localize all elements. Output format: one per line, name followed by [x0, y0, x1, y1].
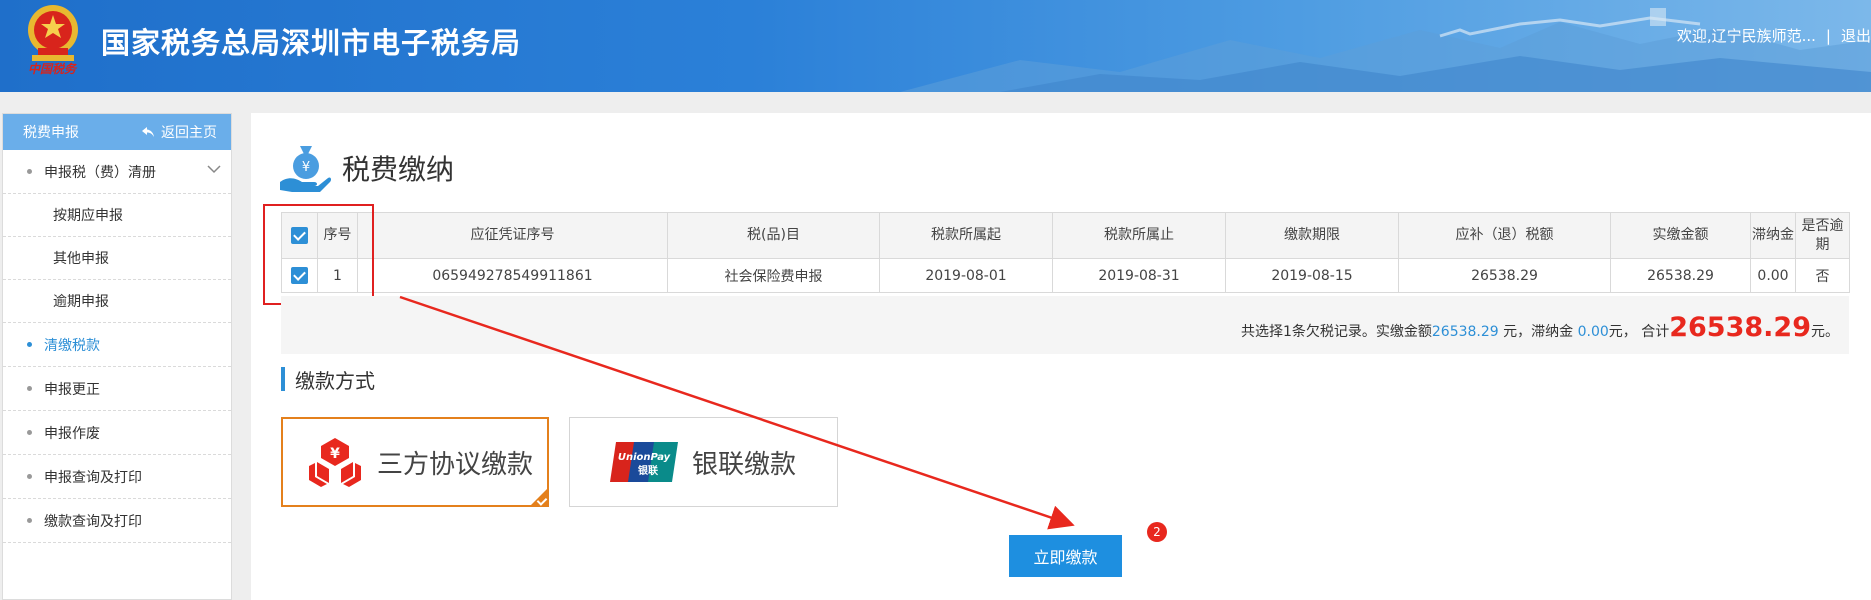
table-row[interactable]: 1 065949278549911861 社会保险费申报 2019-08-01 … — [281, 258, 1850, 293]
sidebar-item-label: 其他申报 — [53, 251, 109, 267]
checkbox-highlight-box — [263, 204, 374, 305]
column-header: 应补（退）税额 — [1398, 212, 1611, 259]
sidebar-section-title: 税费申报 — [23, 125, 79, 141]
summary-paid-amount: 26538.29 — [1431, 324, 1499, 340]
table-header-row: 序号 应征凭证序号 税(品)目 税款所属起 税款所属止 缴款期限 应补（退）税额… — [281, 212, 1850, 259]
site-header: 中国税务 国家税务总局深圳市电子税务局 欢迎,辽宁民族师范... | 退出 — [0, 0, 1871, 92]
column-header: 滞纳金 — [1750, 212, 1796, 259]
site-title: 国家税务总局深圳市电子税务局 — [101, 26, 522, 60]
summary-suffix: 元。 — [1811, 324, 1839, 340]
sidebar-item-overdue-declaration[interactable]: 逾期申报 — [3, 280, 231, 323]
section-accent-bar — [281, 367, 285, 391]
chevron-down-icon[interactable] — [207, 164, 221, 174]
sidebar-item-declaration-void[interactable]: 申报作废 — [3, 411, 231, 455]
cell-start: 2019-08-01 — [879, 258, 1053, 293]
cell-overdue: 否 — [1795, 258, 1850, 293]
svg-text:¥: ¥ — [302, 160, 310, 175]
sidebar-item-clear-tax[interactable]: 清缴税款 — [3, 323, 231, 367]
step-badge-2: 2 — [1147, 522, 1167, 542]
summary-text: 元， 合计 — [1608, 324, 1670, 340]
column-header: 应征凭证序号 — [357, 212, 668, 259]
sidebar-header: 税费申报 返回主页 — [3, 114, 231, 150]
back-arrow-icon — [142, 127, 154, 137]
summary-text: 元，滞纳金 — [1498, 324, 1578, 340]
column-header: 是否逾期 — [1795, 212, 1850, 259]
summary-prefix: 共选择1条欠税记录。实缴金额 — [1240, 324, 1432, 340]
sidebar-item-declaration-query[interactable]: 申报查询及打印 — [3, 455, 231, 499]
main-panel — [251, 113, 1871, 600]
tax-payment-table: 序号 应征凭证序号 税(品)目 税款所属起 税款所属止 缴款期限 应补（退）税额… — [281, 212, 1850, 293]
column-header: 税款所属止 — [1052, 212, 1226, 259]
cell-item: 社会保险费申报 — [667, 258, 880, 293]
sidebar-item-label: 按期应申报 — [53, 208, 123, 224]
summary-bar: 共选择1条欠税记录。实缴金额26538.29 元，滞纳金 0.00元， 合计26… — [281, 296, 1849, 354]
tripartite-payment-option[interactable]: ¥ 三方协议缴款 — [281, 417, 549, 507]
money-bag-hand-icon: ¥ — [280, 146, 332, 192]
emblem-script-logo: 中国税务 — [28, 62, 77, 76]
section-title-label: 缴款方式 — [295, 368, 375, 393]
selected-check-icon — [530, 488, 548, 506]
unionpay-logo-cn-text: 银联 — [638, 464, 658, 477]
summary-late-fee: 0.00 — [1577, 324, 1609, 340]
sidebar-item-periodic-declaration[interactable]: 按期应申报 — [3, 194, 231, 237]
unionpay-logo-icon: UnionPay 银联 — [610, 442, 678, 482]
payment-option-label: 银联缴款 — [692, 449, 797, 480]
summary-total: 26538.29 — [1669, 312, 1811, 343]
sidebar-item-label: 缴款查询及打印 — [44, 513, 142, 530]
sidebar-item-declaration-list[interactable]: 申报税（费）清册 — [3, 150, 231, 194]
pay-now-button[interactable]: 立即缴款 — [1009, 535, 1122, 577]
bullet-icon — [27, 430, 32, 435]
logout-link[interactable]: 退出 — [1841, 27, 1871, 45]
column-header: 实缴金额 — [1610, 212, 1751, 259]
cell-deadline: 2019-08-15 — [1225, 258, 1399, 293]
sidebar-item-other-declaration[interactable]: 其他申报 — [3, 237, 231, 280]
cell-end: 2019-08-31 — [1052, 258, 1226, 293]
sidebar: 税费申报 返回主页 申报税（费）清册 按期应申报 其他申报 逾期申报 清缴税款 … — [2, 113, 232, 600]
unionpay-logo-text: UnionPay — [618, 452, 671, 463]
bullet-icon — [27, 518, 32, 523]
sidebar-item-label: 申报作废 — [44, 425, 100, 442]
cell-paid: 26538.29 — [1610, 258, 1751, 293]
tripartite-agreement-icon: ¥ — [309, 438, 361, 487]
back-home-label: 返回主页 — [161, 125, 217, 141]
back-home-button[interactable]: 返回主页 — [141, 122, 217, 142]
payment-summary: 共选择1条欠税记录。实缴金额26538.29 元，滞纳金 0.00元， 合计26… — [1241, 312, 1839, 343]
cell-due: 26538.29 — [1398, 258, 1611, 293]
svg-text:¥: ¥ — [330, 446, 340, 462]
sidebar-item-label: 逾期申报 — [53, 294, 109, 310]
payment-method-section-title: 缴款方式 — [281, 366, 375, 393]
bullet-icon — [27, 386, 32, 391]
sidebar-item-label: 申报更正 — [44, 381, 100, 398]
user-welcome: 欢迎,辽宁民族师范... | 退出 — [1677, 25, 1871, 46]
sidebar-item-label: 清缴税款 — [44, 337, 100, 354]
sidebar-item-label: 申报查询及打印 — [44, 469, 142, 486]
unionpay-payment-option[interactable]: UnionPay 银联 银联缴款 — [569, 417, 838, 507]
sidebar-item-payment-query[interactable]: 缴款查询及打印 — [3, 499, 231, 543]
bullet-icon — [27, 169, 32, 174]
welcome-text[interactable]: 欢迎,辽宁民族师范... — [1677, 27, 1816, 45]
bullet-icon — [27, 474, 32, 479]
sidebar-item-declaration-correction[interactable]: 申报更正 — [3, 367, 231, 411]
cell-voucher: 065949278549911861 — [357, 258, 668, 293]
page-title: 税费缴纳 — [342, 153, 455, 186]
cell-late-fee: 0.00 — [1750, 258, 1796, 293]
sidebar-item-label: 申报税（费）清册 — [44, 164, 156, 181]
payment-option-label: 三方协议缴款 — [377, 449, 534, 480]
page-header: ¥ 税费缴纳 — [278, 142, 454, 194]
separator: | — [1825, 27, 1831, 45]
column-header: 税(品)目 — [667, 212, 880, 259]
column-header: 缴款期限 — [1225, 212, 1399, 259]
column-header: 税款所属起 — [879, 212, 1053, 259]
bullet-icon — [27, 342, 32, 347]
